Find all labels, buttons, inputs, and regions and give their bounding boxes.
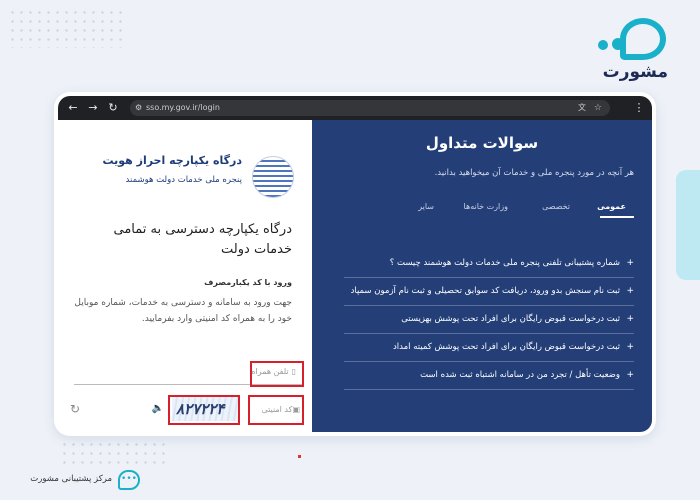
tab-ministries[interactable]: وزارت خانه‌ها (464, 202, 508, 211)
tab-specialized[interactable]: تخصصی (542, 202, 570, 211)
faq-list: + شماره پشتیبانی تلفنی پنجره ملی خدمات دو… (344, 250, 634, 390)
faq-item[interactable]: + شماره پشتیبانی تلفنی پنجره ملی خدمات دو… (344, 250, 634, 278)
decorative-dots (8, 8, 128, 48)
address-bar[interactable]: ⚙ sso.my.gov.ir/login 文 ☆ (130, 100, 610, 116)
decorative-shape (676, 170, 700, 280)
faq-subtitle: هر آنچه در مورد پنجره ملی و خدمات آن میخ… (434, 168, 634, 178)
page-title: درگاه یکپارچه دسترسی به تمامی خدمات دولت (113, 222, 292, 257)
faq-title: سوالات متداول (425, 134, 539, 152)
faq-panel: سوالات متداول هر آنچه در مورد پنجره ملی … (312, 120, 652, 432)
faq-item[interactable]: + ثبت نام سنجش بدو ورود، دریافت کد سوابق … (344, 278, 634, 306)
support-label: مرکز پشتیبانی مشورت (30, 474, 112, 484)
logo-word: مشورت (602, 62, 668, 82)
brand-title: درگاه یکپارچه احراز هویت (102, 154, 242, 167)
faq-item-text: ثبت نام سنجش بدو ورود، دریافت کد سوابق ت… (350, 286, 620, 296)
highlight-box (168, 395, 240, 425)
support-link[interactable]: ••• مرکز پشتیبانی مشورت (10, 470, 140, 490)
faq-item-text: ثبت درخواست قبوض رایگان برای افراد تحت پ… (401, 314, 620, 324)
tab-other[interactable]: سایر (418, 202, 434, 211)
forward-arrow-icon[interactable]: → (86, 100, 100, 116)
faq-tabs: عمومی تخصصی وزارت خانه‌ها سایر (374, 200, 634, 220)
browser-toolbar: ← → ↻ ⚙ sso.my.gov.ir/login 文 ☆ ⋮ (58, 96, 652, 120)
reload-icon[interactable]: ↻ (106, 100, 120, 116)
faq-item[interactable]: + ثبت درخواست قبوض رایگان برای افراد تحت … (344, 306, 634, 334)
login-panel: درگاه یکپارچه احراز هویت پنجره ملی خدمات… (58, 120, 312, 432)
faq-item-text: شماره پشتیبانی تلفنی پنجره ملی خدمات دول… (389, 258, 620, 268)
browser-window: ← → ↻ ⚙ sso.my.gov.ir/login 文 ☆ ⋮ درگاه … (58, 96, 652, 432)
active-tab-indicator (600, 216, 634, 218)
plus-icon: + (626, 258, 634, 268)
menu-icon[interactable]: ⋮ (632, 100, 646, 116)
tab-general[interactable]: عمومی (597, 202, 626, 211)
faq-item[interactable]: + ثبت درخواست قبوض رایگان برای افراد تحت … (344, 334, 634, 362)
logo-dot (598, 40, 608, 50)
faq-item[interactable]: + وضعیت تأهل / تجرد من در سامانه اشتباه ث… (344, 362, 634, 390)
back-arrow-icon[interactable]: ← (66, 100, 80, 116)
refresh-captcha-icon[interactable]: ↻ (70, 402, 80, 416)
audio-captcha-icon[interactable]: 🔈 (152, 403, 164, 414)
highlight-box (250, 361, 304, 387)
login-description: جهت ورود به سامانه و دسترسی به خدمات، شم… (74, 298, 292, 324)
faq-item-text: ثبت درخواست قبوض رایگان برای افراد تحت پ… (392, 342, 620, 352)
plus-icon: + (626, 314, 634, 324)
gov-emblem-icon (252, 156, 294, 198)
site-info-icon[interactable]: ⚙ (135, 100, 142, 116)
address-url: sso.my.gov.ir/login (146, 103, 220, 112)
plus-icon: + (626, 286, 634, 296)
highlight-box (248, 395, 304, 425)
faq-item-text: وضعیت تأهل / تجرد من در سامانه اشتباه ثب… (420, 370, 620, 380)
logo-chat-bubble (620, 18, 666, 60)
translate-icon[interactable]: 文 (578, 100, 586, 116)
chat-icon: ••• (118, 470, 140, 490)
brand-subtitle: پنجره ملی خدمات دولت هوشمند (125, 175, 242, 185)
section-heading: ورود با کد یکبارمصرف (204, 278, 292, 287)
plus-icon: + (626, 370, 634, 380)
plus-icon: + (626, 342, 634, 352)
bookmark-star-icon[interactable]: ☆ (594, 100, 602, 116)
moshavert-logo: مشورت (586, 18, 676, 82)
decorative-dot (298, 455, 301, 458)
decorative-dots (60, 440, 170, 470)
